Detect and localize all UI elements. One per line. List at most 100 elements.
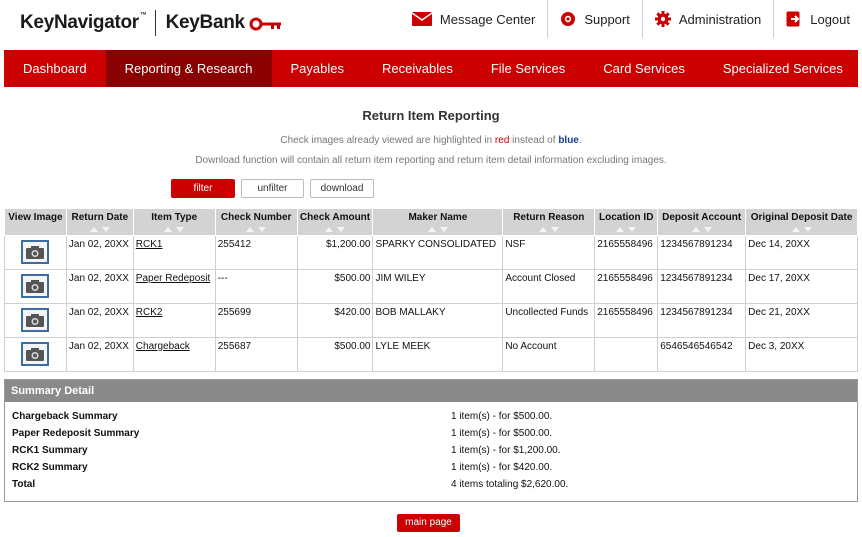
deposit-account-cell: 1234567891234 [657,303,747,338]
summary-value: 1 item(s) - for $500.00. [451,411,553,422]
col-deposit-account[interactable]: Deposit Account [657,208,747,236]
nav-reporting-research[interactable]: Reporting & Research [105,50,272,87]
message-center-link[interactable]: Message Center [400,0,547,38]
deposit-account-cell: 1234567891234 [657,269,747,304]
return-items-table: View Image Return Date Item Type Check N… [4,208,858,372]
camera-icon[interactable] [21,342,50,366]
logout-label: Logout [810,11,850,27]
item-type-link[interactable]: Paper Redeposit [136,273,211,284]
maker-name-cell: LYLE MEEK [372,337,504,372]
check-amount-cell: $500.00 [296,269,374,304]
nav-file-services[interactable]: File Services [472,50,584,87]
red-word: red [494,135,510,146]
top-header: KeyNavigator™ KeyBank Message Center Sup… [0,0,862,50]
keybank-logo-text: KeyBank [165,12,246,33]
summary-label: RCK2 Summary [12,462,88,473]
col-return-date[interactable]: Return Date [65,208,134,236]
return-date-cell: Jan 02, 20XX [65,303,134,338]
col-maker-name[interactable]: Maker Name [372,208,504,236]
table-row: Jan 02, 20XX RCK1 255412 $1,200.00 SPARK… [4,235,858,270]
keynavigator-logo-text: KeyNavigator™ [20,12,147,33]
logout-link[interactable]: Logout [773,0,862,38]
administration-link[interactable]: Administration [641,0,773,38]
download-note: Download function will contain all retur… [195,155,667,166]
sort-arrows-icon[interactable] [216,225,297,233]
item-type-link[interactable]: Chargeback [136,341,190,352]
sort-arrows-icon[interactable] [134,225,215,233]
nav-card-services[interactable]: Card Services [584,50,704,87]
filter-button[interactable]: filter [171,179,235,198]
lifebuoy-icon [561,12,576,26]
original-deposit-date-cell: Dec 17, 20XX [745,269,858,304]
nav-dashboard[interactable]: Dashboard [4,50,106,87]
blue-word: blue [558,135,579,146]
sort-arrows-icon[interactable] [503,225,594,233]
nav-specialized-services[interactable]: Specialized Services [704,50,862,87]
summary-value: 1 item(s) - for $1,200.00. [451,445,561,456]
administration-label: Administration [678,11,762,27]
message-center-label: Message Center [439,11,536,27]
deposit-account-cell: 6546546546542 [657,337,747,372]
sort-arrows-icon[interactable] [298,225,373,233]
table-row: Jan 02, 20XX Paper Redeposit --- $500.00… [4,269,858,304]
camera-icon[interactable] [21,240,50,264]
maker-name-cell: JIM WILEY [372,269,504,304]
sort-arrows-icon[interactable] [595,225,657,233]
maker-name-cell: BOB MALLAKY [372,303,504,338]
nav-payables[interactable]: Payables [272,50,363,87]
col-location-id[interactable]: Location ID [594,208,659,236]
item-type-link[interactable]: RCK1 [136,239,163,250]
summary-label: Chargeback Summary [12,411,118,422]
camera-icon[interactable] [21,274,50,298]
col-check-amount[interactable]: Check Amount [296,208,374,236]
brand-logo[interactable]: KeyNavigator™ KeyBank [20,10,283,36]
location-id-cell: 2165558496 [594,235,659,270]
return-reason-cell: No Account [502,337,596,372]
viewed-images-note: Check images already viewed are highligh… [280,135,582,146]
check-amount-cell: $500.00 [296,337,374,372]
summary-label: Paper Redeposit Summary [12,428,140,439]
sort-arrows-icon[interactable] [746,225,857,233]
main-page-button[interactable]: main page [397,514,460,532]
check-number-cell: --- [214,269,298,304]
sort-arrows-icon[interactable] [658,225,745,233]
main-nav: Dashboard Reporting & Research Payables … [4,50,858,87]
brand-divider [154,10,156,36]
support-label: Support [584,11,630,27]
col-original-deposit-date[interactable]: Original Deposit Date [745,208,858,236]
summary-value: 1 item(s) - for $420.00. [451,462,553,473]
logout-icon [786,11,800,27]
return-reason-cell: Uncollected Funds [502,303,596,338]
return-reason-cell: NSF [502,235,596,270]
sort-arrows-icon[interactable] [373,225,502,233]
check-amount-cell: $1,200.00 [296,235,374,270]
summary-detail-panel: Summary Detail Chargeback Summary 1 item… [4,379,858,502]
original-deposit-date-cell: Dec 14, 20XX [745,235,858,270]
key-logo-icon [249,17,281,31]
page-title: Return Item Reporting [362,108,500,123]
summary-value: 1 item(s) - for $500.00. [451,428,553,439]
utility-links: Message Center Support Administration Lo… [400,0,862,38]
summary-label: Total [12,479,36,490]
original-deposit-date-cell: Dec 3, 20XX [745,337,858,372]
original-deposit-date-cell: Dec 21, 20XX [745,303,858,338]
unfilter-button[interactable]: unfilter [241,179,304,198]
return-date-cell: Jan 02, 20XX [65,269,134,304]
deposit-account-cell: 1234567891234 [657,235,747,270]
item-type-link[interactable]: RCK2 [136,307,163,318]
check-number-cell: 255412 [214,235,298,270]
envelope-icon [411,12,432,26]
col-return-reason[interactable]: Return Reason [502,208,596,236]
download-button[interactable]: download [310,179,374,198]
check-amount-cell: $420.00 [296,303,374,338]
nav-receivables[interactable]: Receivables [363,50,472,87]
support-link[interactable]: Support [547,0,642,38]
return-date-cell: Jan 02, 20XX [65,337,134,372]
sort-arrows-icon[interactable] [67,225,133,233]
col-item-type[interactable]: Item Type [132,208,216,236]
summary-label: RCK1 Summary [12,445,88,456]
camera-icon[interactable] [21,308,50,332]
check-number-cell: 255687 [214,337,298,372]
summary-value: 4 items totaling $2,620.00. [451,479,569,490]
col-check-number[interactable]: Check Number [214,208,298,236]
